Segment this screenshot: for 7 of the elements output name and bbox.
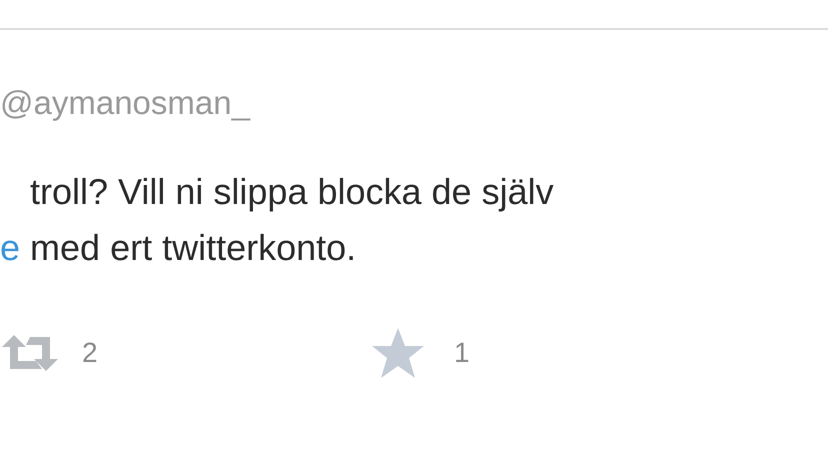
link[interactable]: e [0, 227, 20, 268]
star-icon[interactable] [370, 326, 426, 380]
count: 2 [82, 337, 98, 369]
user-handle[interactable]: @aymanosman_ [0, 84, 828, 122]
tweet-text: troll? Vill ni slippa blocka de själv [30, 171, 554, 212]
tweet-text: med ert twitterkonto. [29, 227, 356, 268]
count: 1 [454, 337, 470, 369]
